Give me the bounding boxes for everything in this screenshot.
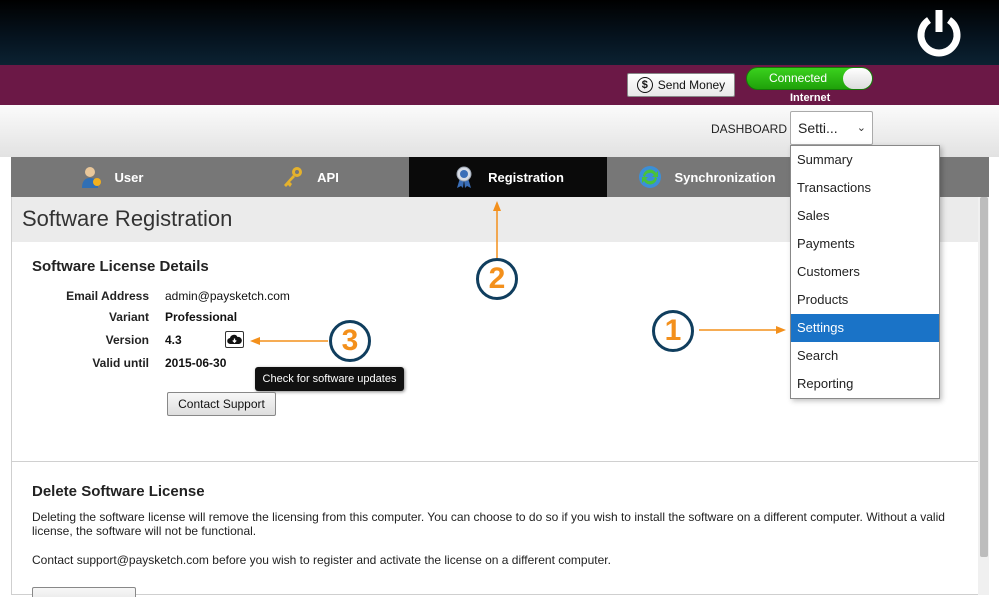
tab-label: Registration bbox=[488, 169, 564, 185]
contact-support-button[interactable]: Contact Support bbox=[167, 392, 276, 416]
license-section-title: Software License Details bbox=[32, 258, 209, 275]
update-tooltip: Check for software updates bbox=[255, 367, 404, 391]
delete-section-title: Delete Software License bbox=[32, 483, 205, 500]
key-icon bbox=[284, 167, 303, 187]
dropdown-item-transactions[interactable]: Transactions bbox=[791, 174, 939, 202]
dropdown-item-payments[interactable]: Payments bbox=[791, 230, 939, 258]
page-title: Software Registration bbox=[22, 206, 233, 231]
send-money-button[interactable]: $ Send Money bbox=[627, 73, 735, 97]
delete-license-button[interactable] bbox=[32, 587, 136, 597]
dropdown-item-settings[interactable]: Settings bbox=[791, 314, 939, 342]
tab-registration[interactable]: Registration bbox=[409, 157, 607, 197]
dropdown-item-products[interactable]: Products bbox=[791, 286, 939, 314]
chevron-down-icon: ⌄ bbox=[856, 122, 866, 134]
field-label-valid-until: Valid until bbox=[92, 356, 149, 370]
field-value-valid-until: 2015-06-30 bbox=[165, 356, 227, 370]
tab-label: User bbox=[114, 169, 144, 185]
field-label-email: Email Address bbox=[66, 289, 149, 303]
dropdown-item-summary[interactable]: Summary bbox=[791, 146, 939, 174]
user-icon bbox=[81, 167, 101, 188]
dropdown-item-sales[interactable]: Sales bbox=[791, 202, 939, 230]
field-value-email: admin@paysketch.com bbox=[165, 289, 290, 303]
check-updates-button[interactable] bbox=[225, 331, 244, 348]
cloud-download-icon bbox=[227, 334, 242, 344]
field-value-version: 4.3 bbox=[165, 333, 182, 347]
tab-label: Synchronization bbox=[674, 169, 776, 185]
send-money-label: Send Money bbox=[657, 78, 726, 92]
delete-description: Deleting the software license will remov… bbox=[32, 510, 945, 538]
top-bar bbox=[0, 0, 999, 65]
field-label-version: Version bbox=[105, 333, 149, 347]
dollar-icon: $ bbox=[636, 77, 653, 93]
dropdown-item-reporting[interactable]: Reporting bbox=[791, 370, 939, 398]
contact-description: Contact support@paysketch.com before you… bbox=[32, 553, 611, 567]
section-divider bbox=[12, 461, 978, 462]
connection-status-label: Connected bbox=[768, 71, 828, 85]
toggle-knob bbox=[843, 68, 872, 89]
connection-sublabel: Internet bbox=[790, 92, 831, 104]
dashboard-dropdown: Summary Transactions Sales Payments Cust… bbox=[790, 145, 940, 399]
tab-synchronization[interactable]: Synchronization bbox=[607, 157, 807, 197]
tab-user[interactable]: User bbox=[11, 157, 211, 197]
dropdown-item-customers[interactable]: Customers bbox=[791, 258, 939, 286]
dashboard-label: DASHBOARD bbox=[711, 122, 788, 136]
callout-badge-1: 1 bbox=[652, 310, 694, 352]
connection-toggle[interactable]: Connected bbox=[746, 67, 873, 90]
field-label-variant: Variant bbox=[108, 310, 149, 324]
field-value-variant: Professional bbox=[165, 310, 238, 324]
dropdown-item-search[interactable]: Search bbox=[791, 342, 939, 370]
callout-badge-3: 3 bbox=[329, 320, 371, 362]
scrollbar-thumb[interactable] bbox=[980, 197, 988, 557]
dashboard-select-value: Setti... bbox=[798, 120, 838, 136]
sync-icon bbox=[639, 166, 662, 188]
callout-badge-2: 2 bbox=[476, 258, 518, 300]
tab-api[interactable]: API bbox=[211, 157, 409, 197]
award-ribbon-icon bbox=[456, 166, 472, 188]
dashboard-select[interactable]: Setti... ⌄ bbox=[790, 111, 873, 145]
tab-label: API bbox=[317, 169, 339, 185]
power-icon[interactable] bbox=[916, 8, 962, 58]
